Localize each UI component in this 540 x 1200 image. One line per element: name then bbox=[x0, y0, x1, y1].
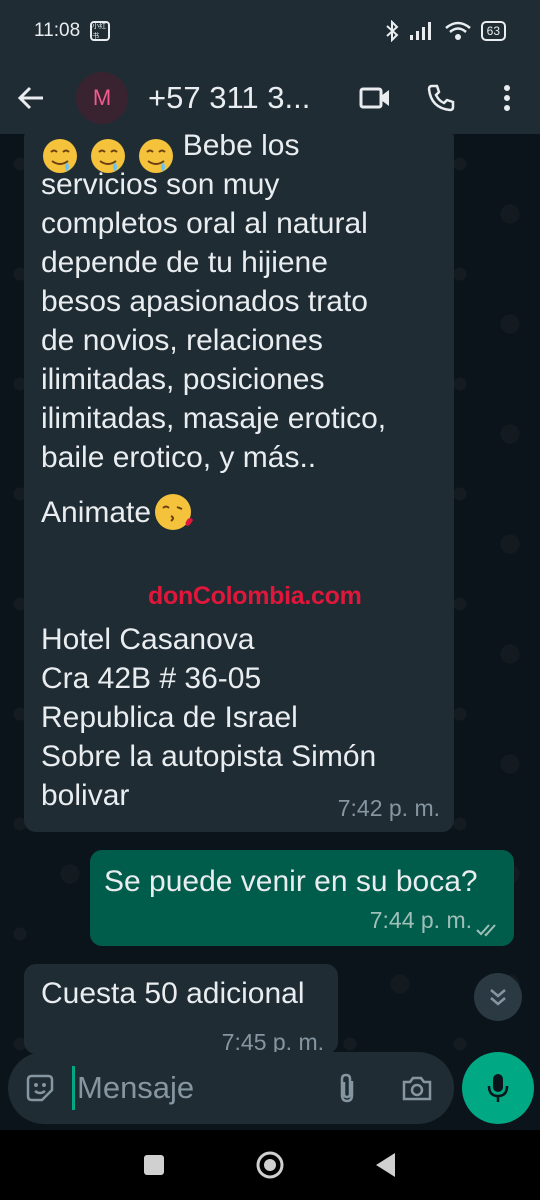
paperclip-icon bbox=[340, 1073, 354, 1103]
message-composer bbox=[8, 1052, 454, 1124]
voice-message-button[interactable] bbox=[462, 1052, 534, 1124]
chat-header: M +57 311 3... bbox=[0, 62, 540, 134]
address-text: Hotel Casanova Cra 42B # 36-05 Republica… bbox=[41, 623, 377, 812]
voice-call-button[interactable] bbox=[408, 62, 474, 134]
microphone-icon bbox=[487, 1074, 509, 1102]
animate-text: Animate bbox=[41, 495, 152, 529]
back-button[interactable] bbox=[0, 62, 62, 134]
video-camera-icon bbox=[359, 87, 389, 109]
incoming-message[interactable]: Cuesta 50 adicional 7:45 p. m. bbox=[24, 964, 338, 1055]
notification-icon: 小红书 bbox=[90, 21, 111, 41]
message-text: Cuesta 50 adicional bbox=[41, 977, 305, 1010]
arrow-left-icon bbox=[17, 86, 43, 110]
drooling-face-emoji bbox=[43, 139, 173, 173]
message-text: Se puede venir en su boca? bbox=[104, 865, 478, 898]
incoming-message[interactable]: Bebe los servicios son muy completos ora… bbox=[24, 134, 454, 832]
status-icons: 63 bbox=[385, 20, 506, 42]
system-nav-bar bbox=[0, 1130, 540, 1200]
avatar[interactable]: M bbox=[76, 72, 128, 124]
kissing-face-emoji bbox=[155, 494, 194, 530]
camera-icon bbox=[402, 1076, 432, 1101]
emoji-button[interactable] bbox=[8, 1052, 72, 1124]
signal-icon bbox=[409, 22, 431, 40]
more-vertical-icon bbox=[504, 85, 510, 111]
animate-line: Animate bbox=[41, 492, 197, 532]
home-icon[interactable] bbox=[255, 1150, 285, 1180]
wifi-icon bbox=[444, 21, 471, 40]
phone-icon bbox=[427, 84, 455, 112]
status-bar: 11:08 小红书 63 bbox=[0, 0, 540, 62]
sticker-icon bbox=[26, 1074, 54, 1102]
bluetooth-icon bbox=[385, 20, 399, 42]
message-time: 7:42 p. m. bbox=[337, 795, 440, 821]
message-input[interactable] bbox=[72, 1066, 312, 1110]
battery-icon: 63 bbox=[480, 21, 506, 41]
double-chevron-down-icon bbox=[490, 989, 506, 1006]
message-text: Bebe los servicios son muy completos ora… bbox=[41, 134, 387, 474]
outgoing-message[interactable]: Se puede venir en su boca? 7:44 p. m. bbox=[90, 850, 514, 946]
chat-area[interactable]: Bebe los servicios son muy completos ora… bbox=[0, 134, 540, 1130]
scroll-to-bottom-button[interactable] bbox=[474, 973, 522, 1021]
video-call-button[interactable] bbox=[342, 62, 408, 134]
more-options-button[interactable] bbox=[474, 62, 540, 134]
header-actions bbox=[342, 62, 540, 134]
recents-icon[interactable] bbox=[143, 1154, 165, 1176]
contact-name[interactable]: +57 311 3... bbox=[148, 80, 333, 116]
camera-button[interactable] bbox=[382, 1052, 452, 1124]
status-time: 11:08 bbox=[34, 20, 81, 41]
attach-button[interactable] bbox=[312, 1052, 382, 1124]
message-time: 7:44 p. m. bbox=[369, 907, 472, 933]
watermark: donColombia.com bbox=[148, 582, 362, 610]
double-check-icon bbox=[476, 924, 496, 937]
back-triangle-icon[interactable] bbox=[375, 1152, 397, 1178]
